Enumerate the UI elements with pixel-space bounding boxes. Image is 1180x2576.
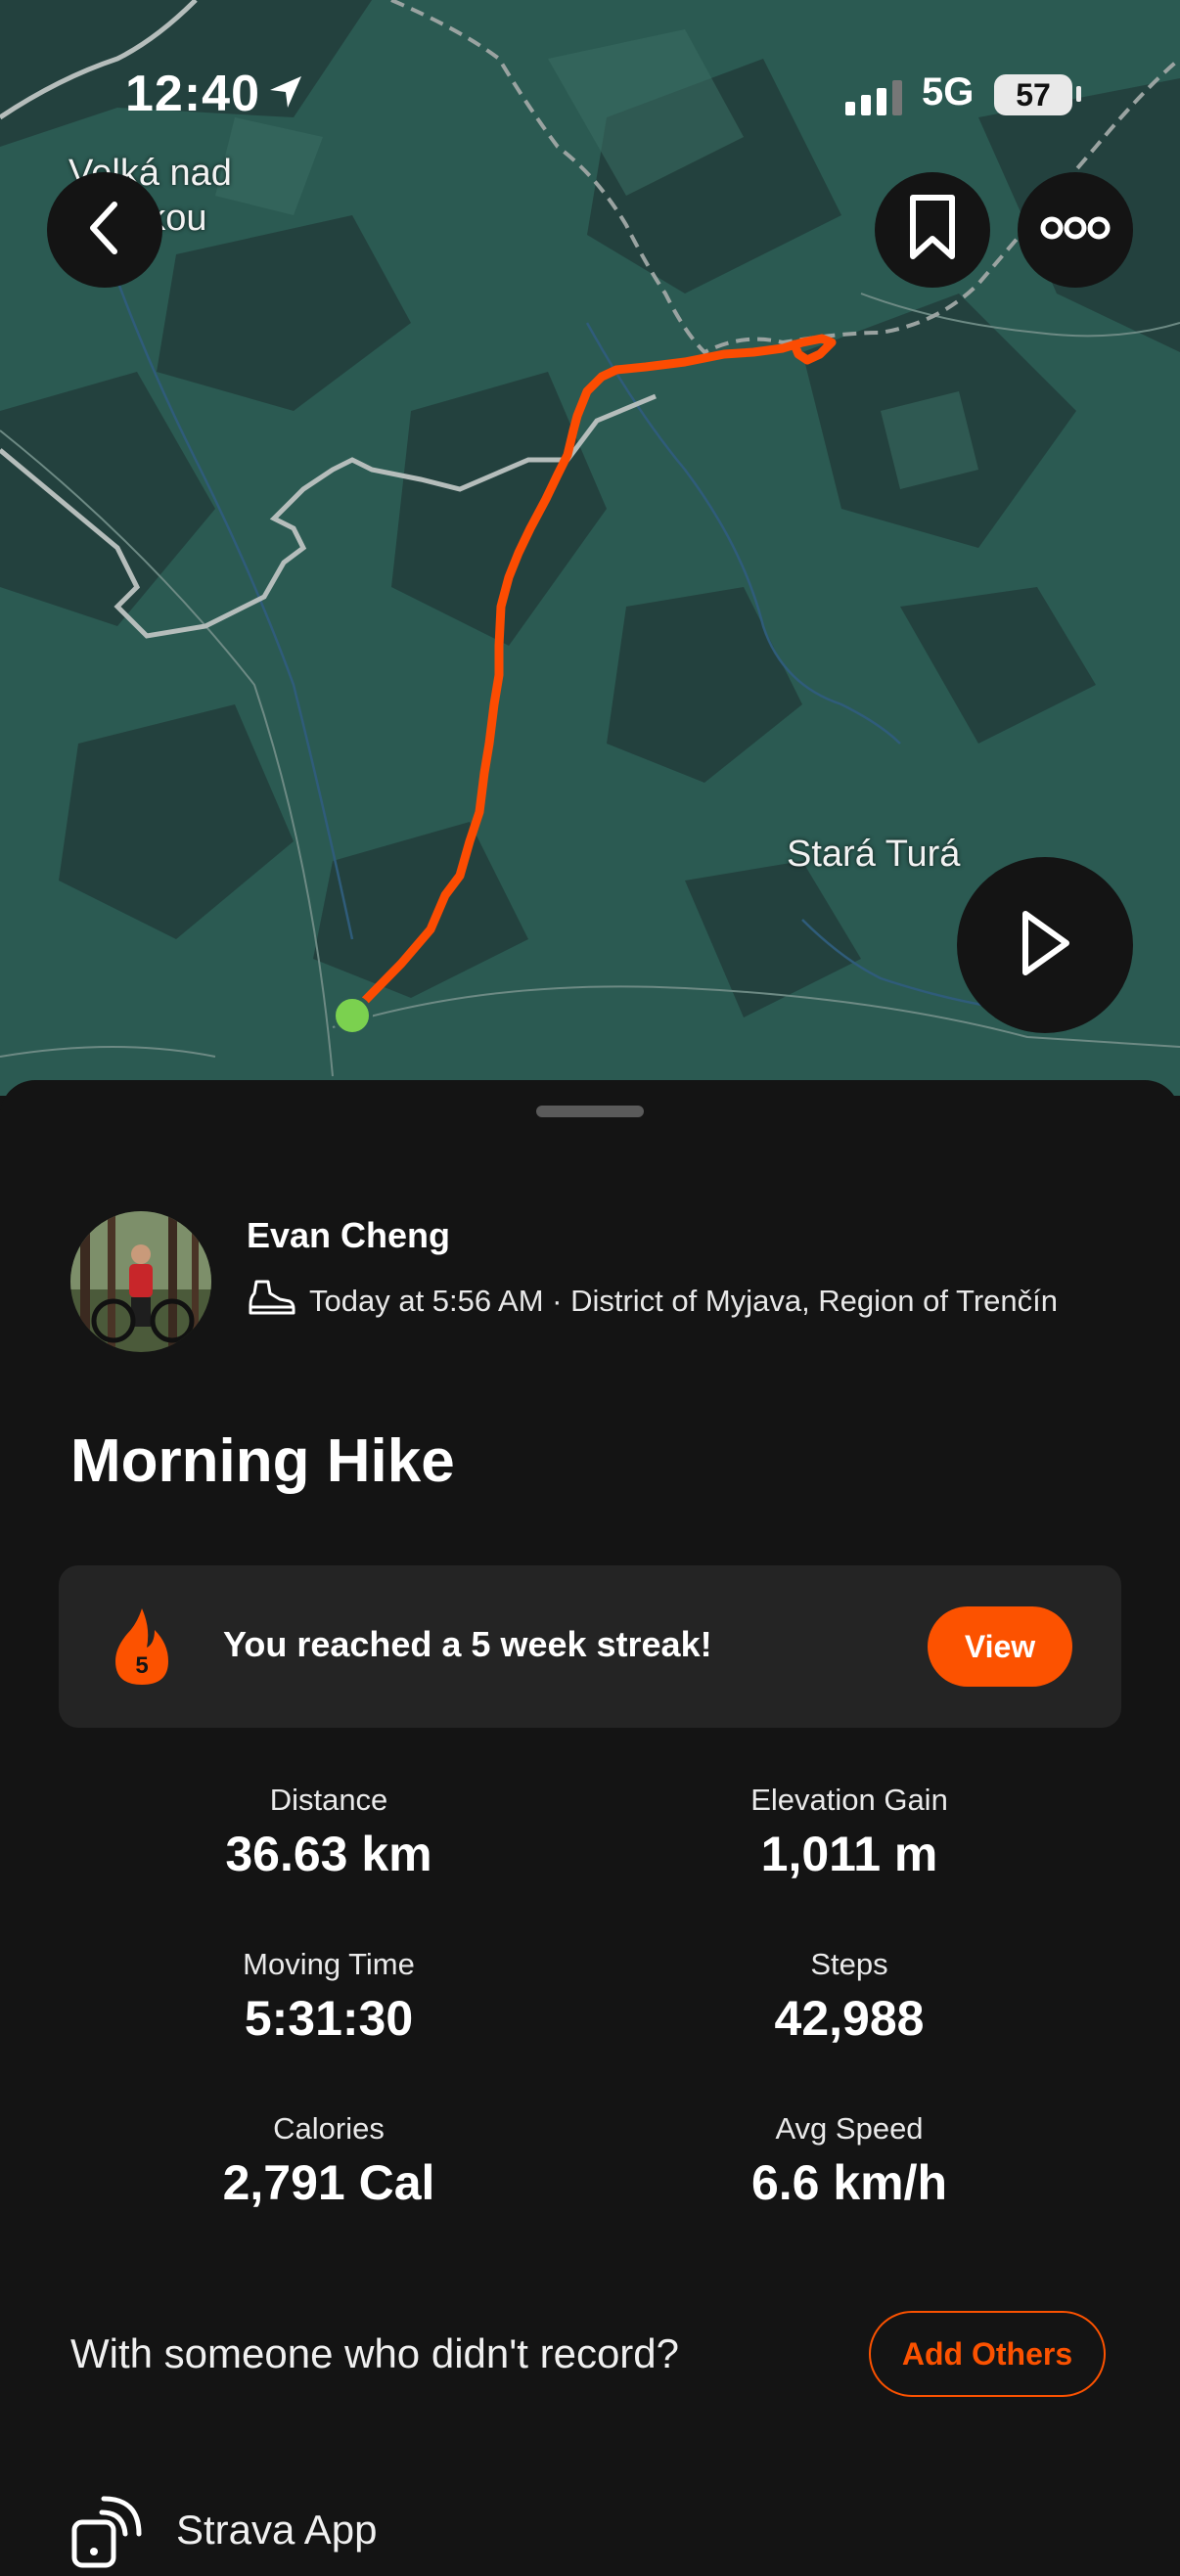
- stat-avg-speed: Avg Speed 6.6 km/h: [624, 2111, 1074, 2211]
- streak-message: You reached a 5 week streak!: [223, 1624, 712, 1664]
- stat-label: Calories: [273, 2111, 385, 2146]
- stat-value: 2,791 Cal: [222, 2155, 435, 2210]
- streak-count: 5: [135, 1652, 148, 1679]
- map-label-town: Stará Turá: [787, 834, 961, 875]
- stat-value: 36.63 km: [225, 1827, 432, 1881]
- stat-label: Elevation Gain: [750, 1783, 948, 1817]
- more-dots-icon: [1040, 216, 1111, 245]
- stat-calories: Calories 2,791 Cal: [104, 2111, 554, 2211]
- back-button[interactable]: [47, 172, 162, 288]
- sheet-drag-handle[interactable]: [536, 1106, 644, 1117]
- hiking-shoe-icon: [247, 1278, 295, 1325]
- more-options-button[interactable]: [1018, 172, 1133, 288]
- avatar[interactable]: [70, 1211, 211, 1352]
- activity-title: Morning Hike: [70, 1427, 455, 1495]
- network-type: 5G: [922, 70, 975, 113]
- stat-value: 5:31:30: [244, 1991, 414, 2046]
- battery-tip: [1076, 86, 1081, 102]
- location-arrow-icon: [266, 72, 305, 116]
- bookmark-button[interactable]: [875, 172, 990, 288]
- status-time: 12:40: [125, 66, 260, 122]
- stat-moving-time: Moving Time 5:31:30: [104, 1947, 554, 2047]
- stat-value: 1,011 m: [760, 1827, 938, 1881]
- stat-elevation-gain: Elevation Gain 1,011 m: [624, 1783, 1074, 1882]
- stat-label: Distance: [269, 1783, 388, 1817]
- battery-indicator: 57: [994, 74, 1072, 115]
- stat-label: Steps: [810, 1947, 888, 1981]
- athlete-name[interactable]: Evan Cheng: [247, 1215, 450, 1256]
- stat-label: Avg Speed: [775, 2111, 924, 2146]
- stat-value: 42,988: [774, 1991, 925, 2046]
- with-others-prompt: With someone who didn't record?: [70, 2330, 680, 2376]
- stat-distance: Distance 36.63 km: [104, 1783, 554, 1882]
- view-streak-button[interactable]: View: [928, 1606, 1072, 1687]
- stat-steps: Steps 42,988: [624, 1947, 1074, 2047]
- activity-date-location: Today at 5:56 AM · District of Myjava, R…: [309, 1284, 1058, 1318]
- streak-flame-icon: 5: [108, 1604, 176, 1694]
- bookmark-icon: [905, 194, 960, 267]
- play-icon: [1016, 908, 1074, 983]
- activity-meta: Today at 5:56 AM · District of Myjava, R…: [247, 1278, 1058, 1325]
- chevron-left-icon: [83, 199, 126, 262]
- play-flyover-button[interactable]: [957, 857, 1133, 1033]
- cellular-signal-icon: [845, 80, 906, 120]
- device-name: Strava App: [176, 2507, 378, 2553]
- stat-value: 6.6 km/h: [750, 2155, 948, 2210]
- device-icon: [68, 2493, 147, 2576]
- stat-label: Moving Time: [243, 1947, 415, 1981]
- add-others-button[interactable]: Add Others: [869, 2311, 1106, 2397]
